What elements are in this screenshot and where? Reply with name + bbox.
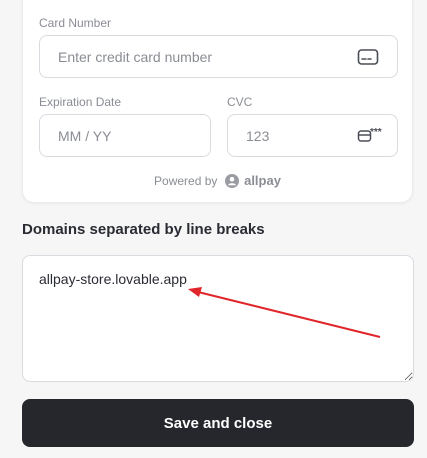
page: Card Number Expiration Date CVC *** Powe… [0,0,427,458]
powered-by: Powered by allpay [23,173,412,188]
save-and-close-button[interactable]: Save and close [22,399,414,447]
domains-textarea-wrap: allpay-store.lovable.app [22,255,414,382]
card-cvc-icon: *** [357,127,382,142]
cvc-label: CVC [227,95,253,109]
credit-card-icon [357,49,379,65]
domains-textarea[interactable]: allpay-store.lovable.app [22,255,414,382]
payment-form-preview: Card Number Expiration Date CVC *** Powe… [22,0,413,203]
allpay-logo-icon [224,174,239,188]
card-number-field-wrap [39,35,398,78]
expiration-field-wrap [39,114,211,157]
powered-by-text: Powered by [154,174,218,188]
card-number-input[interactable] [40,36,397,77]
expiration-date-input[interactable] [40,115,210,156]
svg-text:***: *** [370,127,382,138]
allpay-brand: allpay [244,173,281,188]
cvc-field-wrap: *** [227,114,398,157]
expiration-date-label: Expiration Date [39,95,122,109]
domains-title: Domains separated by line breaks [22,221,265,238]
card-number-label: Card Number [39,16,112,30]
